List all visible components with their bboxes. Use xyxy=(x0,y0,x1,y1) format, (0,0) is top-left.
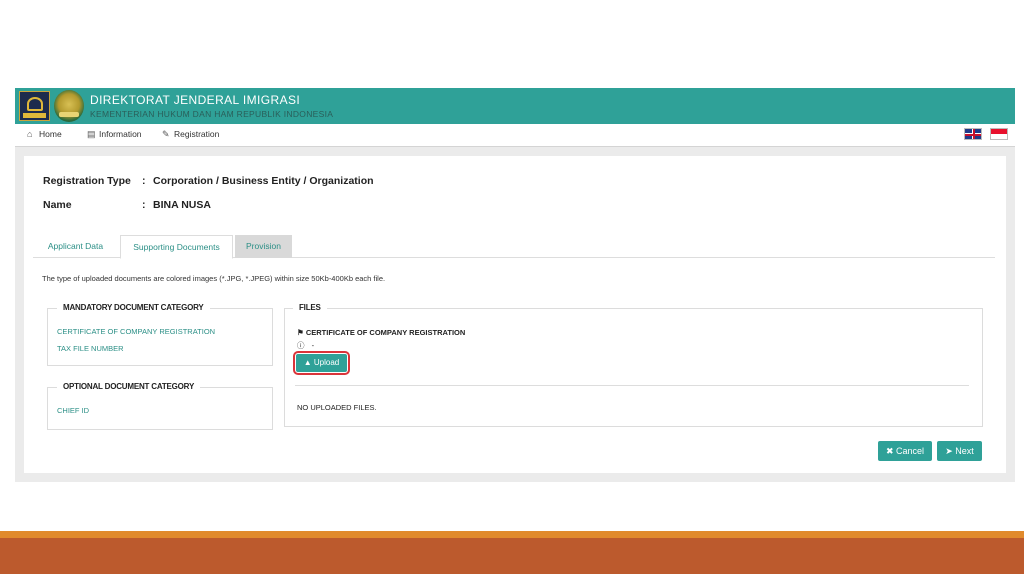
nav-home-label: Home xyxy=(39,129,62,139)
upload-icon: ▲ xyxy=(303,358,312,367)
info-icon: ⓘ xyxy=(297,341,305,350)
optional-legend: OPTIONAL DOCUMENT CATEGORY xyxy=(57,382,201,391)
next-label: Next xyxy=(955,446,974,456)
slide-accent-bar xyxy=(0,531,1024,538)
pencil-icon: ✎ xyxy=(162,129,170,139)
mandatory-document-category: MANDATORY DOCUMENT CATEGORY CERTIFICATE … xyxy=(47,303,273,366)
mandatory-legend: MANDATORY DOCUMENT CATEGORY xyxy=(57,303,210,312)
flag-indonesia-icon[interactable] xyxy=(990,128,1008,140)
app-window: DIREKTORAT JENDERAL IMIGRASI KEMENTERIAN… xyxy=(15,88,1015,482)
name-value: BINA NUSA xyxy=(153,199,211,211)
tab-supporting-documents[interactable]: Supporting Documents xyxy=(120,235,233,259)
upload-label: Upload xyxy=(313,358,340,367)
files-legend: FILES xyxy=(293,303,327,312)
flag-uk-icon[interactable] xyxy=(964,128,982,140)
upload-button[interactable]: ▲ Upload xyxy=(296,354,347,372)
nav-information[interactable]: ▤ Information xyxy=(87,129,142,140)
top-navbar: ⌂ Home ▤ Information ✎ Registration xyxy=(15,124,1015,147)
tab-bar: Applicant Data Supporting Documents Prov… xyxy=(33,235,995,259)
selected-document-title: ⚑ CERTIFICATE OF COMPANY REGISTRATION xyxy=(297,328,465,337)
site-subtitle: KEMENTERIAN HUKUM DAN HAM REPUBLIK INDON… xyxy=(90,109,334,119)
registration-type-value: Corporation / Business Entity / Organiza… xyxy=(153,175,374,187)
upload-highlight: ▲ Upload xyxy=(293,351,350,375)
tab-applicant-data[interactable]: Applicant Data xyxy=(33,235,118,258)
ministry-emblem-icon xyxy=(54,90,84,122)
nav-information-label: Information xyxy=(99,129,142,139)
nav-registration-label: Registration xyxy=(174,129,220,139)
files-panel: FILES ⚑ CERTIFICATE OF COMPANY REGISTRAT… xyxy=(284,303,983,427)
close-icon: ✖ xyxy=(885,446,894,456)
document-info-text: - xyxy=(311,341,315,350)
registration-card: Registration Type : Corporation / Busine… xyxy=(24,156,1006,473)
separator: : xyxy=(142,199,146,211)
name-label: Name xyxy=(43,199,72,211)
book-icon: ▤ xyxy=(87,129,96,139)
tags-icon: ⚑ xyxy=(297,328,304,337)
document-info: ⓘ - xyxy=(297,340,314,351)
nav-registration[interactable]: ✎ Registration xyxy=(162,129,219,140)
selected-document-title-text: CERTIFICATE OF COMPANY REGISTRATION xyxy=(305,328,466,337)
site-header: DIREKTORAT JENDERAL IMIGRASI KEMENTERIAN… xyxy=(15,88,1015,124)
next-button[interactable]: ➤ Next xyxy=(937,441,982,461)
doc-link-tax-file-number[interactable]: TAX FILE NUMBER xyxy=(57,344,124,353)
registration-type-label: Registration Type xyxy=(43,175,131,187)
home-icon: ⌂ xyxy=(27,129,33,139)
separator: : xyxy=(142,175,146,187)
cancel-button[interactable]: ✖ Cancel xyxy=(878,441,932,461)
files-divider xyxy=(295,385,969,386)
doc-link-certificate[interactable]: CERTIFICATE OF COMPANY REGISTRATION xyxy=(57,327,215,336)
slide-footer-bar xyxy=(0,538,1024,574)
nav-home[interactable]: ⌂ Home xyxy=(27,129,62,139)
cancel-label: Cancel xyxy=(896,446,925,456)
upload-requirements-note: The type of uploaded documents are color… xyxy=(42,274,386,283)
site-title: DIREKTORAT JENDERAL IMIGRASI xyxy=(90,93,301,107)
doc-link-chief-id[interactable]: CHIEF ID xyxy=(57,406,89,415)
paper-plane-icon: ➤ xyxy=(945,446,953,456)
optional-document-category: OPTIONAL DOCUMENT CATEGORY CHIEF ID xyxy=(47,382,273,430)
immigration-logo-icon xyxy=(19,91,50,121)
tab-provision[interactable]: Provision xyxy=(235,235,292,258)
no-uploaded-files-text: NO UPLOADED FILES. xyxy=(297,403,377,412)
